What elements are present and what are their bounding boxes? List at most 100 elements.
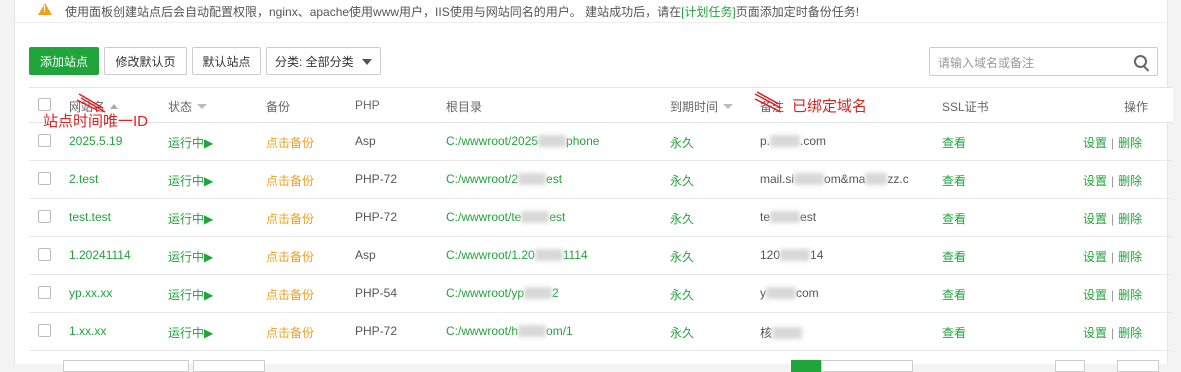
remark-text[interactable]: p. .com [760,134,826,148]
cron-task-link[interactable]: [计划任务] [681,5,736,19]
root-dir-link[interactable]: C:/wwwroot/h om/1 [446,324,573,338]
delete-link[interactable]: 删除 [1118,136,1142,150]
row-actions: 设置 | 删除 [1083,174,1143,188]
php-version[interactable]: PHP-72 [355,210,397,224]
row-checkbox[interactable] [38,286,51,299]
php-version[interactable]: Asp [355,248,376,262]
search-icon[interactable] [1134,55,1147,68]
table-row: yp.xx.xx 运行中▶ 点击备份 PHP-54 C:/wwwroot/yp 2 永久 y c… [29,274,1173,313]
edit-default-page-button[interactable]: 修改默认页 [104,47,187,75]
pager-batch-select[interactable] [63,360,189,372]
row-checkbox[interactable] [38,172,51,185]
remark-text[interactable]: 120 14 [760,248,823,262]
expire-date[interactable]: 永久 [670,324,694,341]
backup-link[interactable]: 点击备份 [266,134,314,151]
php-version[interactable]: PHP-54 [355,286,397,300]
php-version[interactable]: PHP-72 [355,324,397,338]
ssl-view-link[interactable]: 查看 [942,134,966,151]
row-checkbox[interactable] [38,324,51,337]
backup-link[interactable]: 点击备份 [266,324,314,341]
status-toggle[interactable]: 运行中▶ [168,324,213,341]
remark-text[interactable]: te est [760,210,816,224]
backup-link[interactable]: 点击备份 [266,172,314,189]
toolbar: 添加站点 修改默认页 默认站点 分类: 全部分类 [15,47,1167,77]
settings-link[interactable]: 设置 [1083,174,1107,188]
settings-link[interactable]: 设置 [1083,288,1107,302]
category-select[interactable]: 分类: 全部分类 [266,47,381,75]
php-version[interactable]: Asp [355,134,376,148]
ssl-view-link[interactable]: 查看 [942,248,966,265]
site-name-link[interactable]: 2025.5.19 [69,134,122,148]
annotation-bound-domain: 已绑定域名 [792,98,868,115]
table-row: test.test 运行中▶ 点击备份 PHP-72 C:/wwwroot/te est 永… [29,198,1173,237]
site-name-link[interactable]: 2.test [69,172,98,186]
status-toggle[interactable]: 运行中▶ [168,134,213,151]
row-actions: 设置 | 删除 [1083,136,1143,150]
ssl-view-link[interactable]: 查看 [942,324,966,341]
col-backup: 备份 [266,100,291,114]
delete-link[interactable]: 删除 [1118,326,1142,340]
ssl-view-link[interactable]: 查看 [942,286,966,303]
ssl-view-link[interactable]: 查看 [942,210,966,227]
root-dir-link[interactable]: C:/wwwroot/2 est [446,172,562,186]
backup-link[interactable]: 点击备份 [266,286,314,303]
expire-date[interactable]: 永久 [670,210,694,227]
category-select-value: 分类: 全部分类 [275,54,354,69]
table-row: 2025.5.19 运行中▶ 点击备份 Asp C:/wwwroot/2025 phone… [29,122,1173,161]
settings-link[interactable]: 设置 [1083,212,1107,226]
remark-text[interactable]: 核 [760,324,803,341]
ssl-view-link[interactable]: 查看 [942,172,966,189]
row-checkbox[interactable] [38,210,51,223]
settings-link[interactable]: 设置 [1083,326,1107,340]
expire-date[interactable]: 永久 [670,172,694,189]
col-php: PHP [355,98,380,112]
pager-batch-button[interactable] [193,360,265,372]
delete-link[interactable]: 删除 [1118,250,1142,264]
backup-link[interactable]: 点击备份 [266,210,314,227]
notice-text: 使用面板创建站点后会自动配置权限，nginx、apache使用www用户，IIS… [65,4,860,19]
warning-icon [38,3,52,15]
add-site-button[interactable]: 添加站点 [29,47,99,75]
php-version[interactable]: PHP-72 [355,172,397,186]
search-input[interactable] [930,48,1130,77]
col-actions: 操作 [1124,100,1149,114]
row-checkbox[interactable] [38,248,51,261]
status-toggle[interactable]: 运行中▶ [168,248,213,265]
delete-link[interactable]: 删除 [1118,174,1142,188]
root-dir-link[interactable]: C:/wwwroot/te est [446,210,565,224]
status-toggle[interactable]: 运行中▶ [168,286,213,303]
settings-link[interactable]: 设置 [1083,136,1107,150]
site-name-link[interactable]: 1.20241114 [69,248,131,262]
remark-text[interactable]: mail.si om&ma zz.c [760,172,909,186]
site-name-link[interactable]: 1.xx.xx [69,324,106,338]
table-row: 2.test 运行中▶ 点击备份 PHP-72 C:/wwwroot/2 est 永久 mai… [29,160,1173,199]
expire-date[interactable]: 永久 [670,134,694,151]
remark-text[interactable]: y com [760,286,819,300]
root-dir-link[interactable]: C:/wwwroot/2025 phone [446,134,599,148]
row-actions: 设置 | 删除 [1083,250,1143,264]
site-name-link[interactable]: yp.xx.xx [69,286,112,300]
root-dir-link[interactable]: C:/wwwroot/yp 2 [446,286,559,300]
site-panel: 使用面板创建站点后会自动配置权限，nginx、apache使用www用户，IIS… [14,0,1173,372]
table-row: 1.xx.xx 运行中▶ 点击备份 PHP-72 C:/wwwroot/h om/1 永久 核… [29,312,1173,351]
pager-current[interactable] [791,360,821,372]
pager-last[interactable] [1117,360,1159,372]
default-site-button[interactable]: 默认站点 [192,47,261,75]
root-dir-link[interactable]: C:/wwwroot/1.20 1114 [446,248,588,262]
status-toggle[interactable]: 运行中▶ [168,172,213,189]
expire-date[interactable]: 永久 [670,286,694,303]
backup-link[interactable]: 点击备份 [266,248,314,265]
site-name-link[interactable]: test.test [69,210,111,224]
pager-page[interactable] [821,360,913,372]
delete-link[interactable]: 删除 [1118,212,1142,226]
col-expire[interactable]: 到期时间 [670,98,734,115]
row-checkbox[interactable] [38,134,51,147]
pager-next[interactable] [1055,360,1085,372]
status-toggle[interactable]: 运行中▶ [168,210,213,227]
annotation-site-id: 站点时间唯一ID [43,113,149,130]
settings-link[interactable]: 设置 [1083,250,1107,264]
delete-link[interactable]: 删除 [1118,288,1142,302]
expire-date[interactable]: 永久 [670,248,694,265]
chevron-down-icon [362,59,372,65]
col-status[interactable]: 状态 [168,98,208,115]
